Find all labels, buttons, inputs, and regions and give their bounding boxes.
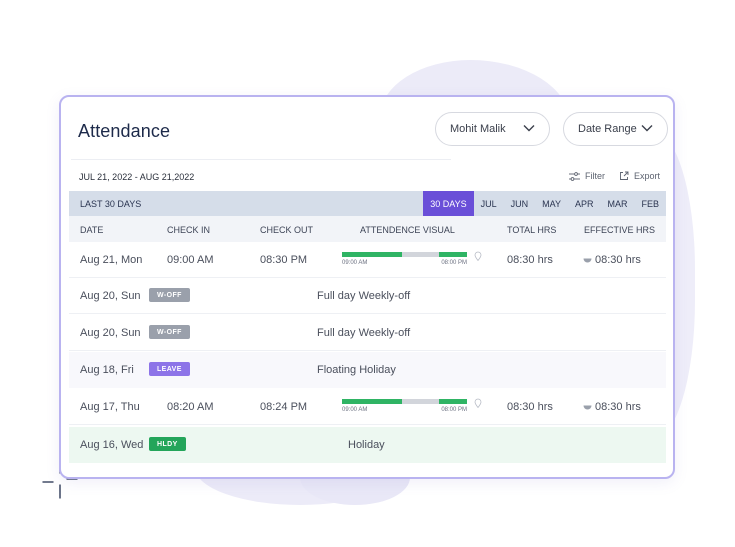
tab-may[interactable]: MAY bbox=[535, 191, 568, 216]
attendance-visual: 09:00 AM 08:00 PM bbox=[342, 252, 467, 272]
user-select[interactable]: Mohit Malik bbox=[435, 112, 550, 146]
table-row[interactable]: Aug 20, Sun W-OFF Full day Weekly-off bbox=[69, 315, 666, 351]
user-select-value: Mohit Malik bbox=[450, 123, 506, 135]
location-pin-icon bbox=[474, 251, 482, 261]
tab-jul[interactable]: JUL bbox=[474, 191, 504, 216]
export-button[interactable]: Export bbox=[619, 171, 660, 181]
row-check-out: 08:30 PM bbox=[260, 254, 308, 266]
period-tabs: 30 DAYS JUL JUN MAY APR MAR FEB bbox=[423, 191, 666, 216]
status-badge: W-OFF bbox=[149, 325, 190, 339]
status-badge: LEAVE bbox=[149, 362, 190, 376]
tab-mar[interactable]: MAR bbox=[600, 191, 634, 216]
divider bbox=[71, 159, 451, 160]
period-bar: LAST 30 DAYS 30 DAYS JUL JUN MAY APR MAR… bbox=[69, 191, 666, 216]
row-note: Floating Holiday bbox=[317, 364, 396, 376]
row-note: Full day Weekly-off bbox=[317, 327, 411, 339]
column-header-effective-hrs: EFFECTIVE HRS bbox=[584, 225, 656, 235]
table-row[interactable]: Aug 16, Wed HLDY Holiday bbox=[69, 427, 666, 463]
row-note: Holiday bbox=[348, 439, 385, 451]
chevron-down-icon bbox=[641, 125, 653, 132]
row-date: Aug 16, Wed bbox=[80, 439, 144, 451]
table-header: DATE CHECK IN CHECK OUT ATTENDENCE VISUA… bbox=[69, 216, 666, 242]
status-badge: HLDY bbox=[149, 437, 186, 451]
row-date: Aug 18, Fri bbox=[80, 364, 134, 376]
half-circle-icon bbox=[583, 405, 592, 410]
table-row[interactable]: Aug 20, Sun W-OFF Full day Weekly-off bbox=[69, 278, 666, 314]
visual-end-time: 08:00 PM bbox=[441, 407, 467, 413]
attendance-card: Attendance Mohit Malik Date Range JUL 21… bbox=[59, 95, 675, 479]
row-check-in: 09:00 AM bbox=[167, 254, 214, 266]
row-date: Aug 21, Mon bbox=[80, 254, 143, 266]
row-check-out: 08:24 PM bbox=[260, 401, 308, 413]
row-total-hrs: 08:30 hrs bbox=[507, 401, 553, 413]
half-circle-icon bbox=[583, 258, 592, 263]
row-date: Aug 17, Thu bbox=[80, 401, 140, 413]
attendance-bar bbox=[342, 399, 467, 404]
tab-jun[interactable]: JUN bbox=[504, 191, 536, 216]
column-header-date: DATE bbox=[80, 225, 104, 235]
column-header-check-in: CHECK IN bbox=[167, 225, 211, 235]
visual-start-time: 09:00 AM bbox=[342, 260, 368, 266]
row-note: Full day Weekly-off bbox=[317, 290, 411, 302]
visual-end-time: 08:00 PM bbox=[441, 260, 467, 266]
visual-start-time: 09:00 AM bbox=[342, 407, 368, 413]
column-header-check-out: CHECK OUT bbox=[260, 225, 314, 235]
row-check-in: 08:20 AM bbox=[167, 401, 214, 413]
table-row[interactable]: Aug 17, Thu 08:20 AM 08:24 PM 09:00 AM 0… bbox=[69, 389, 666, 425]
row-total-hrs: 08:30 hrs bbox=[507, 254, 553, 266]
date-range-label: JUL 21, 2022 - AUG 21,2022 bbox=[79, 172, 195, 182]
filter-button[interactable]: Filter bbox=[568, 171, 605, 181]
attendance-bar bbox=[342, 252, 467, 257]
tab-feb[interactable]: FEB bbox=[634, 191, 666, 216]
column-header-visual: ATTENDENCE VISUAL bbox=[360, 225, 455, 235]
tab-apr[interactable]: APR bbox=[568, 191, 601, 216]
row-effective-hrs: 08:30 hrs bbox=[595, 254, 641, 266]
row-effective-hrs: 08:30 hrs bbox=[595, 401, 641, 413]
row-date: Aug 20, Sun bbox=[80, 290, 141, 302]
status-badge: W-OFF bbox=[149, 288, 190, 302]
row-date: Aug 20, Sun bbox=[80, 327, 141, 339]
filter-label: Filter bbox=[584, 171, 605, 181]
column-header-total-hrs: TOTAL HRS bbox=[507, 225, 557, 235]
table-row[interactable]: Aug 21, Mon 09:00 AM 08:30 PM 09:00 AM 0… bbox=[69, 242, 666, 278]
export-icon bbox=[620, 171, 629, 180]
date-range-select-value: Date Range bbox=[578, 123, 637, 135]
chevron-down-icon bbox=[523, 125, 535, 132]
page-title: Attendance bbox=[78, 121, 171, 141]
date-range-select[interactable]: Date Range bbox=[563, 112, 668, 146]
period-label: LAST 30 DAYS bbox=[80, 199, 142, 209]
attendance-visual: 09:00 AM 08:00 PM bbox=[342, 399, 467, 419]
location-pin-icon bbox=[474, 398, 482, 408]
tab-30-days[interactable]: 30 DAYS bbox=[423, 191, 474, 216]
toolbar: JUL 21, 2022 - AUG 21,2022 Filter Export bbox=[69, 159, 666, 192]
sliders-icon bbox=[568, 171, 580, 181]
table-row[interactable]: Aug 18, Fri LEAVE Floating Holiday bbox=[69, 352, 666, 388]
export-label: Export bbox=[633, 171, 660, 181]
